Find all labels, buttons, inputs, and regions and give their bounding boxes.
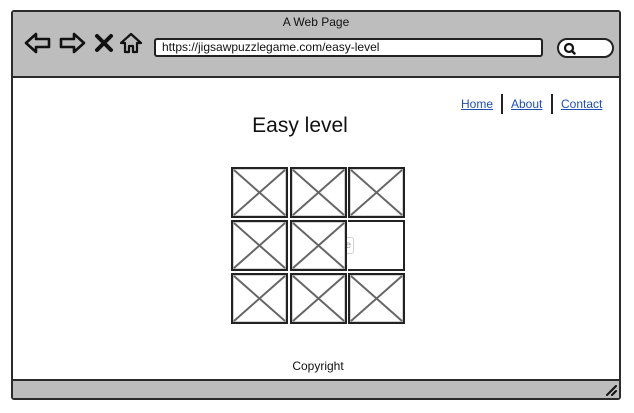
page-title: Easy level bbox=[252, 114, 348, 137]
image-placeholder-icon bbox=[347, 272, 406, 325]
puzzle-tile-image[interactable] bbox=[289, 219, 348, 272]
search-field[interactable] bbox=[557, 38, 614, 58]
image-placeholder-icon bbox=[230, 272, 289, 325]
resize-grip-icon[interactable] bbox=[605, 384, 617, 396]
status-bar bbox=[13, 379, 619, 398]
nav-separator bbox=[501, 94, 503, 114]
nav-link-about[interactable]: About bbox=[511, 97, 542, 111]
image-placeholder-icon bbox=[347, 166, 406, 219]
puzzle-grid bbox=[230, 166, 407, 325]
image-placeholder-icon bbox=[289, 219, 348, 272]
puzzle-tile-image[interactable] bbox=[347, 272, 406, 325]
image-placeholder-icon bbox=[230, 166, 289, 219]
address-bar[interactable]: https://jigsawpuzzlegame.com/easy-level bbox=[154, 38, 543, 57]
footer-copyright: Copyright bbox=[292, 359, 344, 373]
nav-link-contact[interactable]: Contact bbox=[561, 97, 602, 111]
back-arrow-icon[interactable] bbox=[24, 31, 52, 55]
puzzle-tile-image[interactable] bbox=[230, 219, 289, 272]
puzzle-empty-slot[interactable] bbox=[348, 220, 405, 271]
puzzle-tile-image[interactable] bbox=[347, 166, 406, 219]
search-icon bbox=[563, 42, 576, 55]
nav-separator bbox=[551, 94, 553, 114]
image-placeholder-icon bbox=[289, 272, 348, 325]
puzzle-tile-image[interactable] bbox=[289, 272, 348, 325]
puzzle-tile-image[interactable] bbox=[289, 166, 348, 219]
puzzle-tile-image[interactable] bbox=[230, 166, 289, 219]
forward-arrow-icon[interactable] bbox=[58, 31, 86, 55]
close-x-icon[interactable] bbox=[93, 31, 115, 55]
nav-link-home[interactable]: Home bbox=[461, 97, 493, 111]
image-placeholder-icon bbox=[289, 166, 348, 219]
window-title: A Web Page bbox=[282, 15, 350, 29]
image-placeholder-icon bbox=[230, 219, 289, 272]
home-icon[interactable] bbox=[118, 31, 144, 55]
puzzle-tile-image[interactable] bbox=[230, 272, 289, 325]
